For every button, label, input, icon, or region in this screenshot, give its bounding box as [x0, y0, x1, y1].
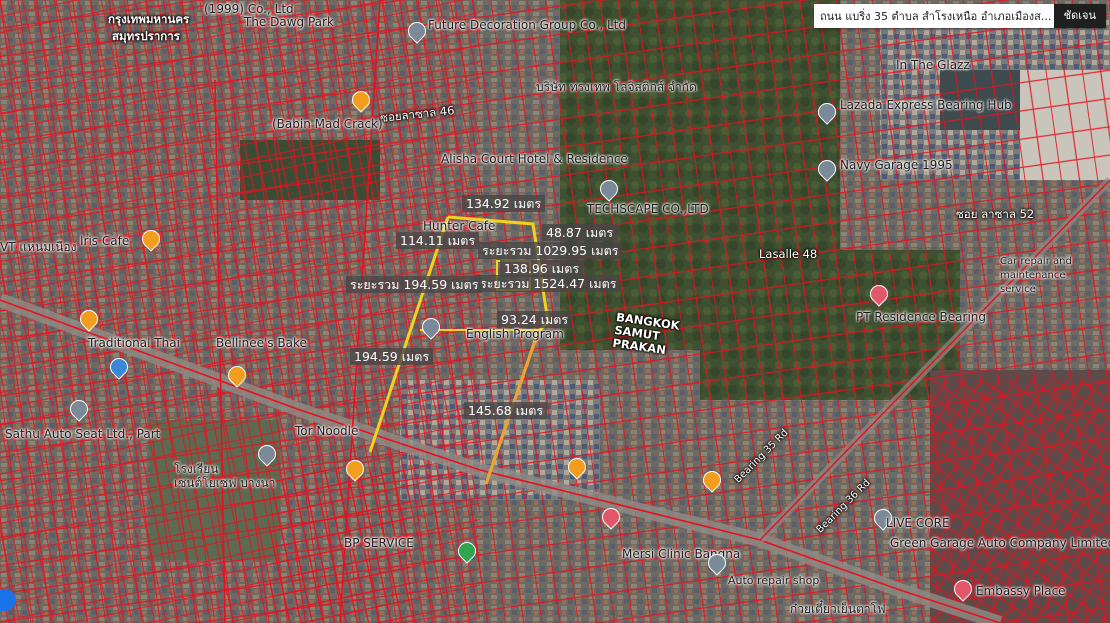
place-label[interactable]: In The Glazz: [896, 58, 970, 72]
place-label[interactable]: Traditional Thai: [88, 336, 180, 350]
place-label[interactable]: VT แหนมเนือง: [0, 240, 76, 254]
place-label[interactable]: Hunter Cafe: [423, 219, 495, 233]
measure-label: 134.92 เมตร: [462, 195, 546, 212]
road-label: Lasalle 48: [759, 247, 818, 261]
place-label[interactable]: Car repair and maintenance service: [1000, 255, 1100, 297]
measure-label: 93.24 เมตร: [497, 311, 573, 328]
place-label[interactable]: TECHSCAPE CO.,LTD: [587, 202, 709, 216]
place-label[interactable]: Tor Noodle: [295, 424, 358, 438]
place-label[interactable]: Sathu Auto Seat Ltd., Part: [5, 427, 160, 441]
measure-label: ระยะรวม 194.59 เมตร: [346, 276, 483, 293]
place-label[interactable]: PT Residence Bearing: [856, 310, 986, 324]
measure-label: 145.68 เมตร: [464, 402, 548, 419]
place-label[interactable]: Future Decoration Group Co., Ltd: [428, 18, 626, 32]
place-label[interactable]: Navy Garage 1995: [840, 158, 953, 172]
place-label[interactable]: English Program: [466, 327, 564, 341]
place-label[interactable]: Lazada Express Bearing Hub: [840, 98, 1012, 112]
place-label[interactable]: Iris Cafe: [80, 234, 129, 248]
place-label[interactable]: (1999) Co., Ltd: [204, 2, 294, 16]
address-text: ถนน แบริ่ง 35 ตำบล สำโรงเหนือ อำเภอเมือง…: [820, 10, 1052, 23]
place-label[interactable]: ก๋วยเตี๋ยวเย็นตาโฟ: [790, 602, 886, 616]
place-label[interactable]: LIVE CORE: [886, 516, 950, 530]
area-label: สมุทรปราการ: [112, 29, 180, 43]
measure-label: ระยะรวม 1029.95 เมตร: [478, 242, 623, 259]
measure-label: 114.11 เมตร: [396, 232, 480, 249]
place-label[interactable]: BP SERVICE: [344, 536, 414, 550]
measure-label: ระยะรวม 1524.47 เมตร: [476, 275, 621, 292]
place-label[interactable]: The Dawg Park: [244, 15, 334, 29]
place-label[interactable]: Alisha Court Hotel & Residence: [441, 152, 628, 166]
place-label[interactable]: Embassy Place: [976, 584, 1066, 598]
place-label[interactable]: Auto repair shop: [728, 574, 819, 588]
address-bar: ถนน แบริ่ง 35 ตำบล สำโรงเหนือ อำเภอเมือง…: [814, 4, 1106, 28]
place-label[interactable]: Bellinee's Bake: [216, 336, 307, 350]
road-label: ซอย ลาซาล 52: [956, 207, 1035, 221]
place-label[interactable]: โรงเรียน เซนต์โยเซฟ บางนา: [174, 462, 284, 490]
place-label[interactable]: Green Garage Auto Company Limited: [890, 536, 1110, 550]
measure-label: 194.59 เมตร: [350, 348, 434, 365]
clear-button[interactable]: ชัดเจน: [1053, 4, 1106, 28]
measure-label: 48.87 เมตร: [542, 224, 618, 241]
place-label[interactable]: บริษัท ทรงเทพ โลจิสติกส์ จำกัด: [536, 80, 697, 94]
place-label[interactable]: (Babin Mad Crack): [272, 117, 383, 131]
area-label: กรุงเทพมหานคร: [108, 12, 190, 26]
